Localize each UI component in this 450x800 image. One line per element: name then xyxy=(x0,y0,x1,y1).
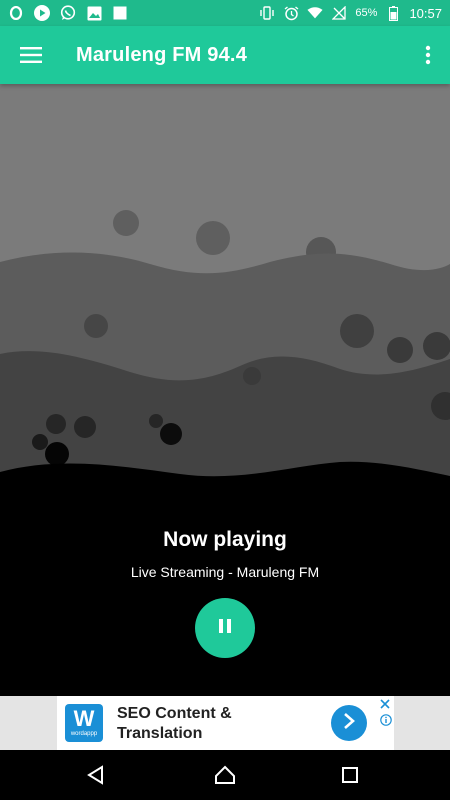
bubble xyxy=(84,314,108,338)
clock: 10:57 xyxy=(409,5,442,21)
square-icon xyxy=(112,5,128,21)
opera-icon xyxy=(8,5,24,21)
stream-subtitle: Live Streaming - Maruleng FM xyxy=(130,564,320,580)
vibrate-icon xyxy=(259,5,275,21)
bubble xyxy=(74,416,96,438)
ad-banner[interactable]: W wordappp SEO Content & Translation xyxy=(0,696,450,750)
pause-icon xyxy=(218,618,232,639)
battery-icon xyxy=(385,5,401,21)
page-title: Maruleng FM 94.4 xyxy=(76,43,248,66)
ad-info-icon[interactable] xyxy=(380,714,392,726)
pause-button[interactable] xyxy=(195,598,255,658)
ad-headline[interactable]: SEO Content & Translation xyxy=(117,704,307,744)
alarm-icon xyxy=(283,5,299,21)
wifi-icon xyxy=(307,5,323,21)
home-icon[interactable] xyxy=(212,762,238,788)
hamburger-menu-icon[interactable] xyxy=(16,40,46,70)
wave-visualizer xyxy=(0,84,450,484)
bubble xyxy=(243,367,261,385)
ad-logo-letter: W xyxy=(73,706,95,731)
bubble xyxy=(160,423,182,445)
bubble xyxy=(32,434,48,450)
recents-icon[interactable] xyxy=(337,762,363,788)
bubble xyxy=(423,332,450,360)
status-bar: 65% 10:57 xyxy=(0,0,450,26)
bubble xyxy=(149,414,163,428)
ad-logo-caption: wordappp xyxy=(70,731,98,737)
now-playing-heading: Now playing xyxy=(163,528,287,551)
no-signal-icon xyxy=(331,5,347,21)
ad-cta-button[interactable] xyxy=(331,705,367,741)
ad-logo[interactable]: W wordappp xyxy=(65,704,103,742)
bubble xyxy=(45,442,69,466)
more-vert-icon[interactable] xyxy=(418,40,438,70)
bubble xyxy=(387,337,413,363)
ad-close-icon[interactable] xyxy=(376,696,394,712)
bubble xyxy=(340,314,374,348)
chevron-right-icon xyxy=(342,712,356,735)
whatsapp-icon xyxy=(60,5,76,21)
ad-content[interactable]: W wordappp SEO Content & Translation xyxy=(57,696,394,750)
image-icon xyxy=(86,5,102,21)
system-icons: 65% 10:57 xyxy=(259,5,450,21)
bubble xyxy=(196,221,230,255)
system-nav-bar xyxy=(0,750,450,800)
battery-percent: 65% xyxy=(355,7,378,19)
app-bar: Maruleng FM 94.4 xyxy=(0,26,450,84)
bubble xyxy=(113,210,139,236)
bubble xyxy=(46,414,66,434)
back-icon[interactable] xyxy=(83,762,109,788)
notification-icons xyxy=(0,5,128,21)
play-icon xyxy=(34,5,50,21)
